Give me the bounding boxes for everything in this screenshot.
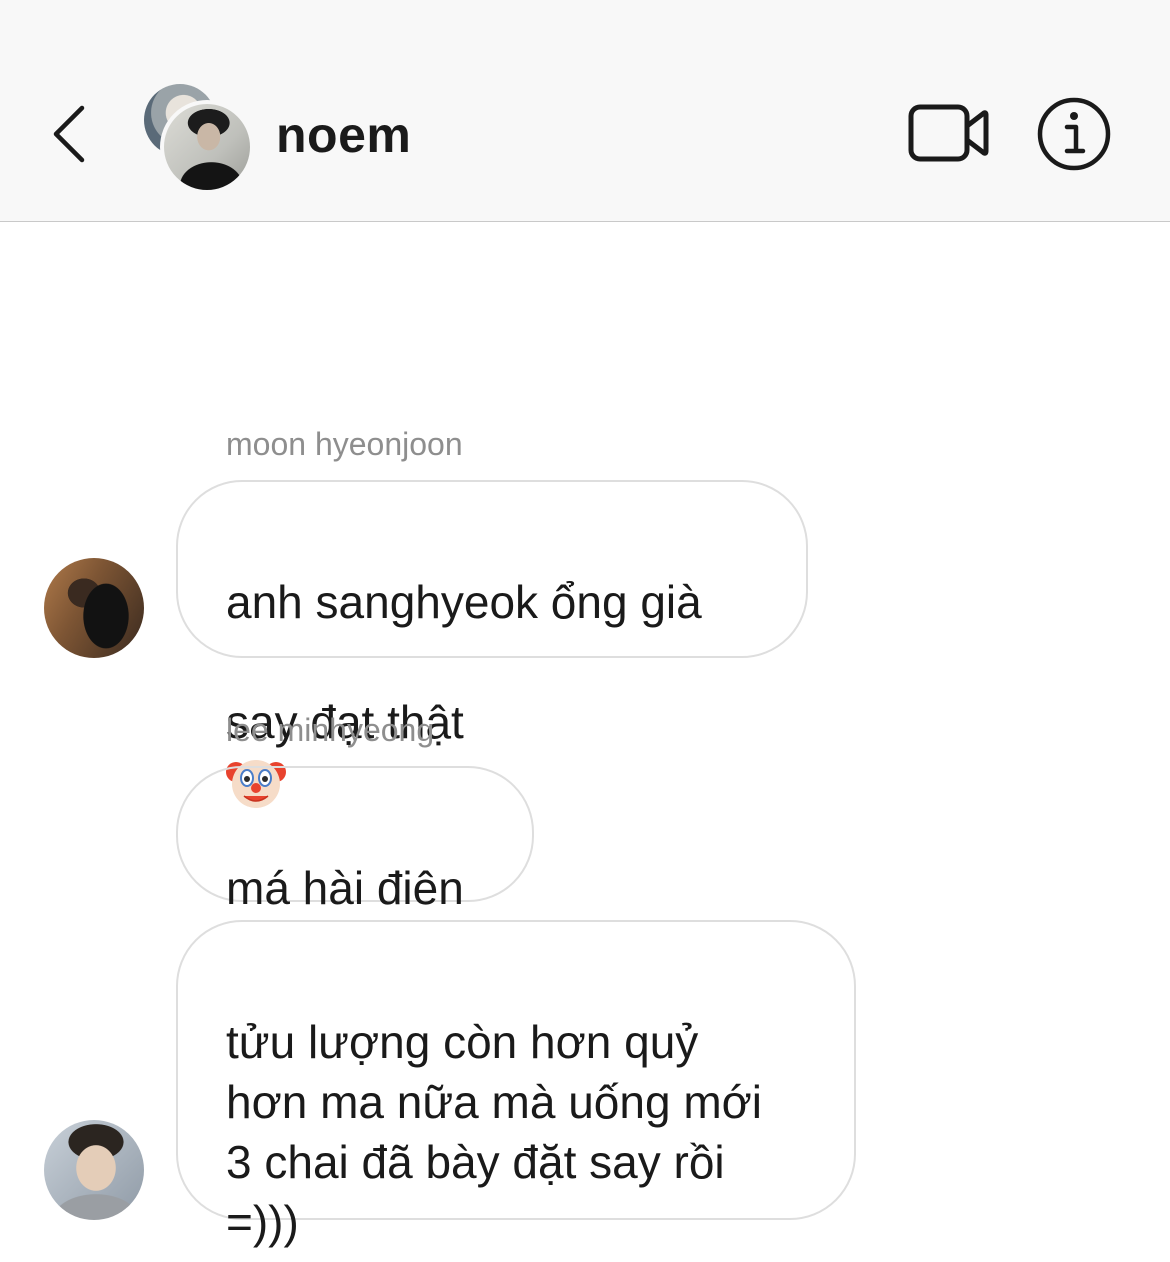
chat-header: noem <box>0 0 1170 222</box>
info-icon <box>1037 97 1111 171</box>
video-camera-icon <box>908 104 989 162</box>
chevron-left-icon <box>53 105 85 163</box>
message-bubble[interactable]: anh sanghyeok ổng già say đạt thật <box>176 480 808 808</box>
sender-name: moon hyeonjoon <box>226 426 463 462</box>
sender-name: lee minhyeong <box>226 712 435 748</box>
video-call-button[interactable] <box>908 102 990 164</box>
message-text: má hài điên <box>226 862 464 914</box>
chat-title[interactable]: noem <box>276 105 411 165</box>
message-text: anh sanghyeok ổng già <box>226 576 702 628</box>
info-button[interactable] <box>1034 94 1114 174</box>
avatar[interactable] <box>44 558 144 658</box>
avatar[interactable] <box>44 1120 144 1220</box>
message-bubble[interactable]: tửu lượng còn hơn quỷ hơn ma nữa mà uống… <box>176 920 856 1248</box>
back-button[interactable] <box>46 100 96 170</box>
message-bubble[interactable]: má hài điên <box>176 766 534 914</box>
group-avatar-member-2 <box>160 100 254 194</box>
message-text: tửu lượng còn hơn quỷ hơn ma nữa mà uống… <box>226 1016 763 1248</box>
group-avatar[interactable] <box>142 82 254 194</box>
